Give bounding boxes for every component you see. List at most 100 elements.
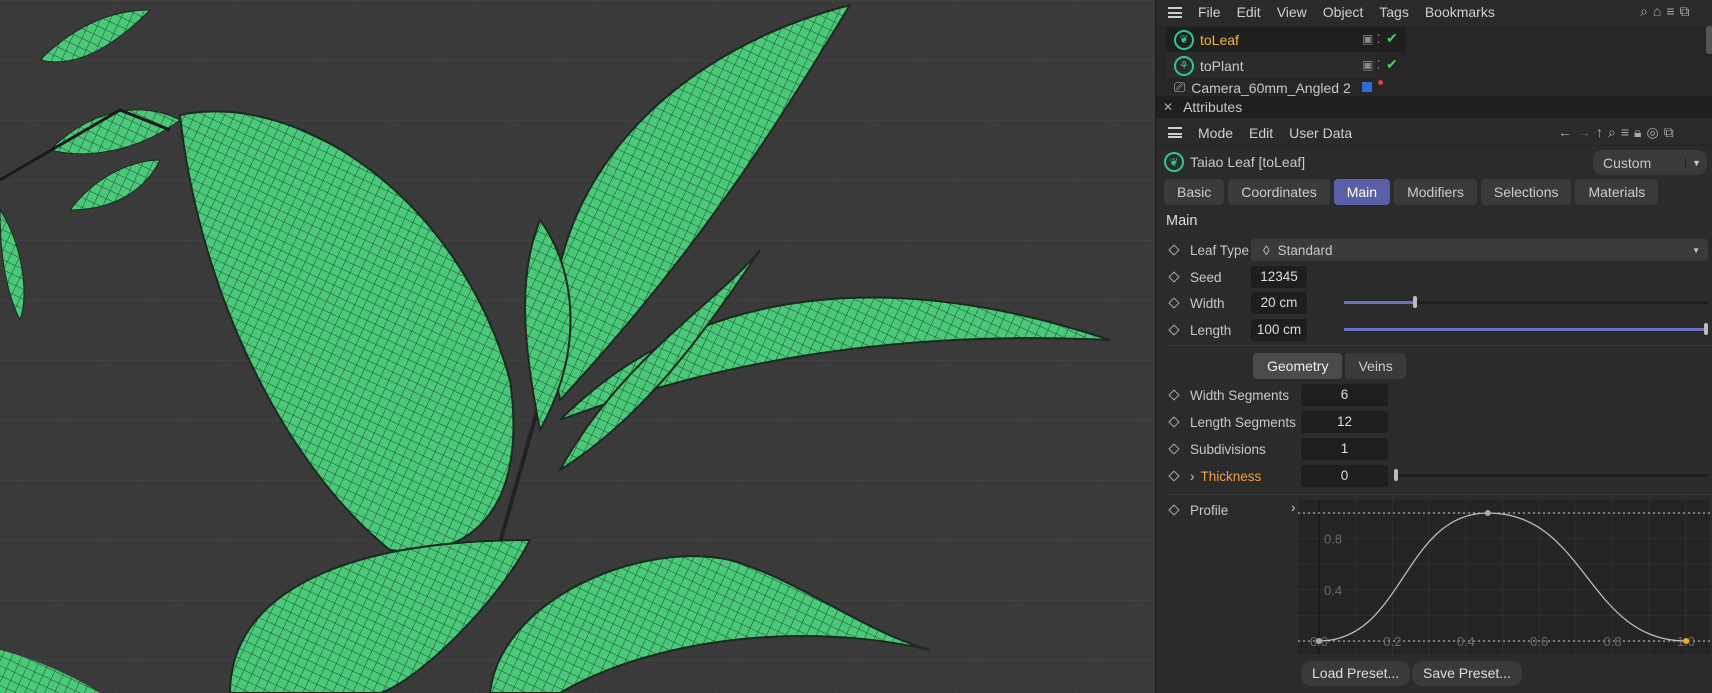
tab-materials[interactable]: Materials <box>1575 179 1659 205</box>
visibility-toggle-icon[interactable]: ▣ ⁚ <box>1362 58 1381 72</box>
keyframe-diamond-icon[interactable] <box>1168 504 1180 516</box>
profile-spline-editor[interactable]: 0.00.20.40.60.81.00.40.8 <box>1298 500 1710 654</box>
hamburger-menu-icon[interactable] <box>1168 6 1182 18</box>
chart-background <box>1298 500 1710 654</box>
enabled-check-icon[interactable]: ✔ <box>1386 30 1398 47</box>
target-icon[interactable]: ◎ <box>1646 124 1658 141</box>
width-segments-input[interactable]: 6 <box>1301 384 1388 406</box>
right-panel: File Edit View Object Tags Bookmarks ⌕ ⌂ ≡… <box>1155 0 1712 693</box>
menu-edit[interactable]: Edit <box>1237 4 1261 20</box>
forward-arrow-icon[interactable]: → <box>1577 124 1591 141</box>
menu-edit[interactable]: Edit <box>1249 125 1273 141</box>
keyframe-diamond-icon[interactable] <box>1168 443 1180 455</box>
menu-file[interactable]: File <box>1198 4 1221 20</box>
filter-icon[interactable]: ≡ <box>1621 124 1629 141</box>
param-label: Profile <box>1190 502 1229 518</box>
plant-icon: ⚘ <box>1174 55 1194 76</box>
slider-handle[interactable] <box>1412 296 1417 308</box>
menu-object[interactable]: Object <box>1323 4 1363 20</box>
length-input[interactable]: 100 cm <box>1251 319 1307 341</box>
new-window-icon[interactable]: ⧉ <box>1679 3 1689 20</box>
length-slider[interactable] <box>1344 323 1708 335</box>
back-arrow-icon[interactable]: ← <box>1558 124 1572 141</box>
seed-input[interactable]: 12345 <box>1251 266 1307 288</box>
object-name: toLeaf <box>1200 31 1239 48</box>
width-slider[interactable] <box>1344 296 1708 308</box>
x-tick-label: 0.4 <box>1457 634 1475 649</box>
curve-control-point <box>1484 510 1491 516</box>
width-segments-row: Width Segments <box>1156 383 1712 407</box>
tab-coordinates[interactable]: Coordinates <box>1228 179 1330 205</box>
preset-dropdown[interactable]: Custom ▼ <box>1593 150 1707 175</box>
tab-basic[interactable]: Basic <box>1164 179 1225 205</box>
object-title-text: Taiao Leaf [toLeaf] <box>1190 154 1306 170</box>
keyframe-diamond-icon[interactable] <box>1168 389 1180 401</box>
object-manager-menubar: File Edit View Object Tags Bookmarks <box>1156 0 1712 24</box>
up-arrow-icon[interactable]: ↑ <box>1596 124 1603 141</box>
thickness-slider[interactable] <box>1394 469 1708 481</box>
leaf-icon: ❦ <box>1174 29 1194 50</box>
subdivisions-row: Subdivisions <box>1156 437 1712 461</box>
subtab-geometry[interactable]: Geometry <box>1253 353 1343 379</box>
object-name: Camera_60mm_Angled 2 <box>1191 79 1351 96</box>
attributes-toolbar: ← → ↑ ⌕ ≡ 🔒︎ ◎ ⧉ <box>1558 124 1674 141</box>
attribute-tabs: Basic Coordinates Main Modifiers Selecti… <box>1164 179 1659 205</box>
filter-icon[interactable]: ≡ <box>1666 3 1674 20</box>
keyframe-diamond-icon[interactable] <box>1168 271 1180 283</box>
param-label: Width Segments <box>1190 387 1290 403</box>
hamburger-menu-icon[interactable] <box>1168 127 1182 138</box>
param-label: Subdivisions <box>1190 441 1266 457</box>
subdivisions-input[interactable]: 1 <box>1301 438 1388 460</box>
home-icon[interactable]: ⌂ <box>1653 3 1661 20</box>
param-label: Seed <box>1190 269 1222 285</box>
3d-viewport[interactable] <box>0 0 1155 693</box>
keyframe-diamond-icon[interactable] <box>1168 244 1180 256</box>
slider-handle[interactable] <box>1704 323 1708 335</box>
thickness-input[interactable]: 0 <box>1301 465 1388 487</box>
chevron-down-icon: ▼ <box>1685 157 1707 168</box>
save-preset-button[interactable]: Save Preset... <box>1412 661 1522 686</box>
new-window-icon[interactable]: ⧉ <box>1664 124 1674 141</box>
keyframe-diamond-icon[interactable] <box>1168 297 1180 309</box>
status-dot-icon <box>1378 80 1383 85</box>
param-label: Thickness <box>1200 468 1262 484</box>
length-segments-input[interactable]: 12 <box>1301 411 1388 433</box>
x-tick-label: 0.2 <box>1383 634 1401 649</box>
menu-view[interactable]: View <box>1277 4 1307 20</box>
lock-icon[interactable]: 🔒︎ <box>1634 124 1641 141</box>
object-row-toleaf[interactable]: ❦ toLeaf <box>1174 27 1374 52</box>
search-icon[interactable]: ⌕ <box>1640 3 1648 20</box>
tab-selections[interactable]: Selections <box>1480 179 1572 205</box>
object-manager-toolbar: ⌕ ⌂ ≡ ⧉ <box>1640 3 1689 20</box>
width-input[interactable]: 20 cm <box>1251 292 1307 314</box>
search-icon[interactable]: ⌕ <box>1608 124 1616 141</box>
object-title: ❦ Taiao Leaf [toLeaf] <box>1164 152 1305 172</box>
visibility-toggle-icon[interactable]: ▣ ⁚ <box>1362 32 1381 46</box>
curve-control-point <box>1316 638 1322 644</box>
tab-main[interactable]: Main <box>1333 179 1391 205</box>
expand-chevron-icon[interactable]: › <box>1190 469 1195 484</box>
tab-modifiers[interactable]: Modifiers <box>1394 179 1477 205</box>
expand-chevron-icon[interactable]: › <box>1291 500 1296 515</box>
menu-mode[interactable]: Mode <box>1198 125 1233 141</box>
object-list: ❦ toLeaf ▣ ⁚ ✔ ⚘ toPlant ▣ ⁚ ✔ ⎚ Camera_… <box>1156 26 1712 96</box>
param-label: Length Segments <box>1190 414 1296 430</box>
menu-user-data[interactable]: User Data <box>1289 125 1352 141</box>
load-preset-button[interactable]: Load Preset... <box>1301 661 1411 686</box>
menu-bookmarks[interactable]: Bookmarks <box>1425 4 1495 20</box>
enabled-check-icon[interactable]: ✔ <box>1386 56 1398 73</box>
close-icon[interactable]: ✕ <box>1163 100 1173 114</box>
menu-tags[interactable]: Tags <box>1379 4 1409 20</box>
object-row-camera[interactable]: ⎚ Camera_60mm_Angled 2 <box>1174 79 1374 96</box>
keyframe-diamond-icon[interactable] <box>1168 470 1180 482</box>
keyframe-diamond-icon[interactable] <box>1168 416 1180 428</box>
subtab-veins[interactable]: Veins <box>1345 353 1406 379</box>
panel-title: Attributes <box>1183 99 1243 115</box>
scrollbar[interactable] <box>1706 26 1712 54</box>
leaf-type-dropdown[interactable]: ◊ Standard ▼ <box>1251 239 1708 261</box>
keyframe-diamond-icon[interactable] <box>1168 324 1180 336</box>
camera-icon: ⎚ <box>1174 79 1186 95</box>
slider-handle[interactable] <box>1394 469 1398 481</box>
object-row-toplant[interactable]: ⚘ toPlant <box>1174 53 1374 78</box>
camera-tag-icon[interactable] <box>1362 82 1372 92</box>
